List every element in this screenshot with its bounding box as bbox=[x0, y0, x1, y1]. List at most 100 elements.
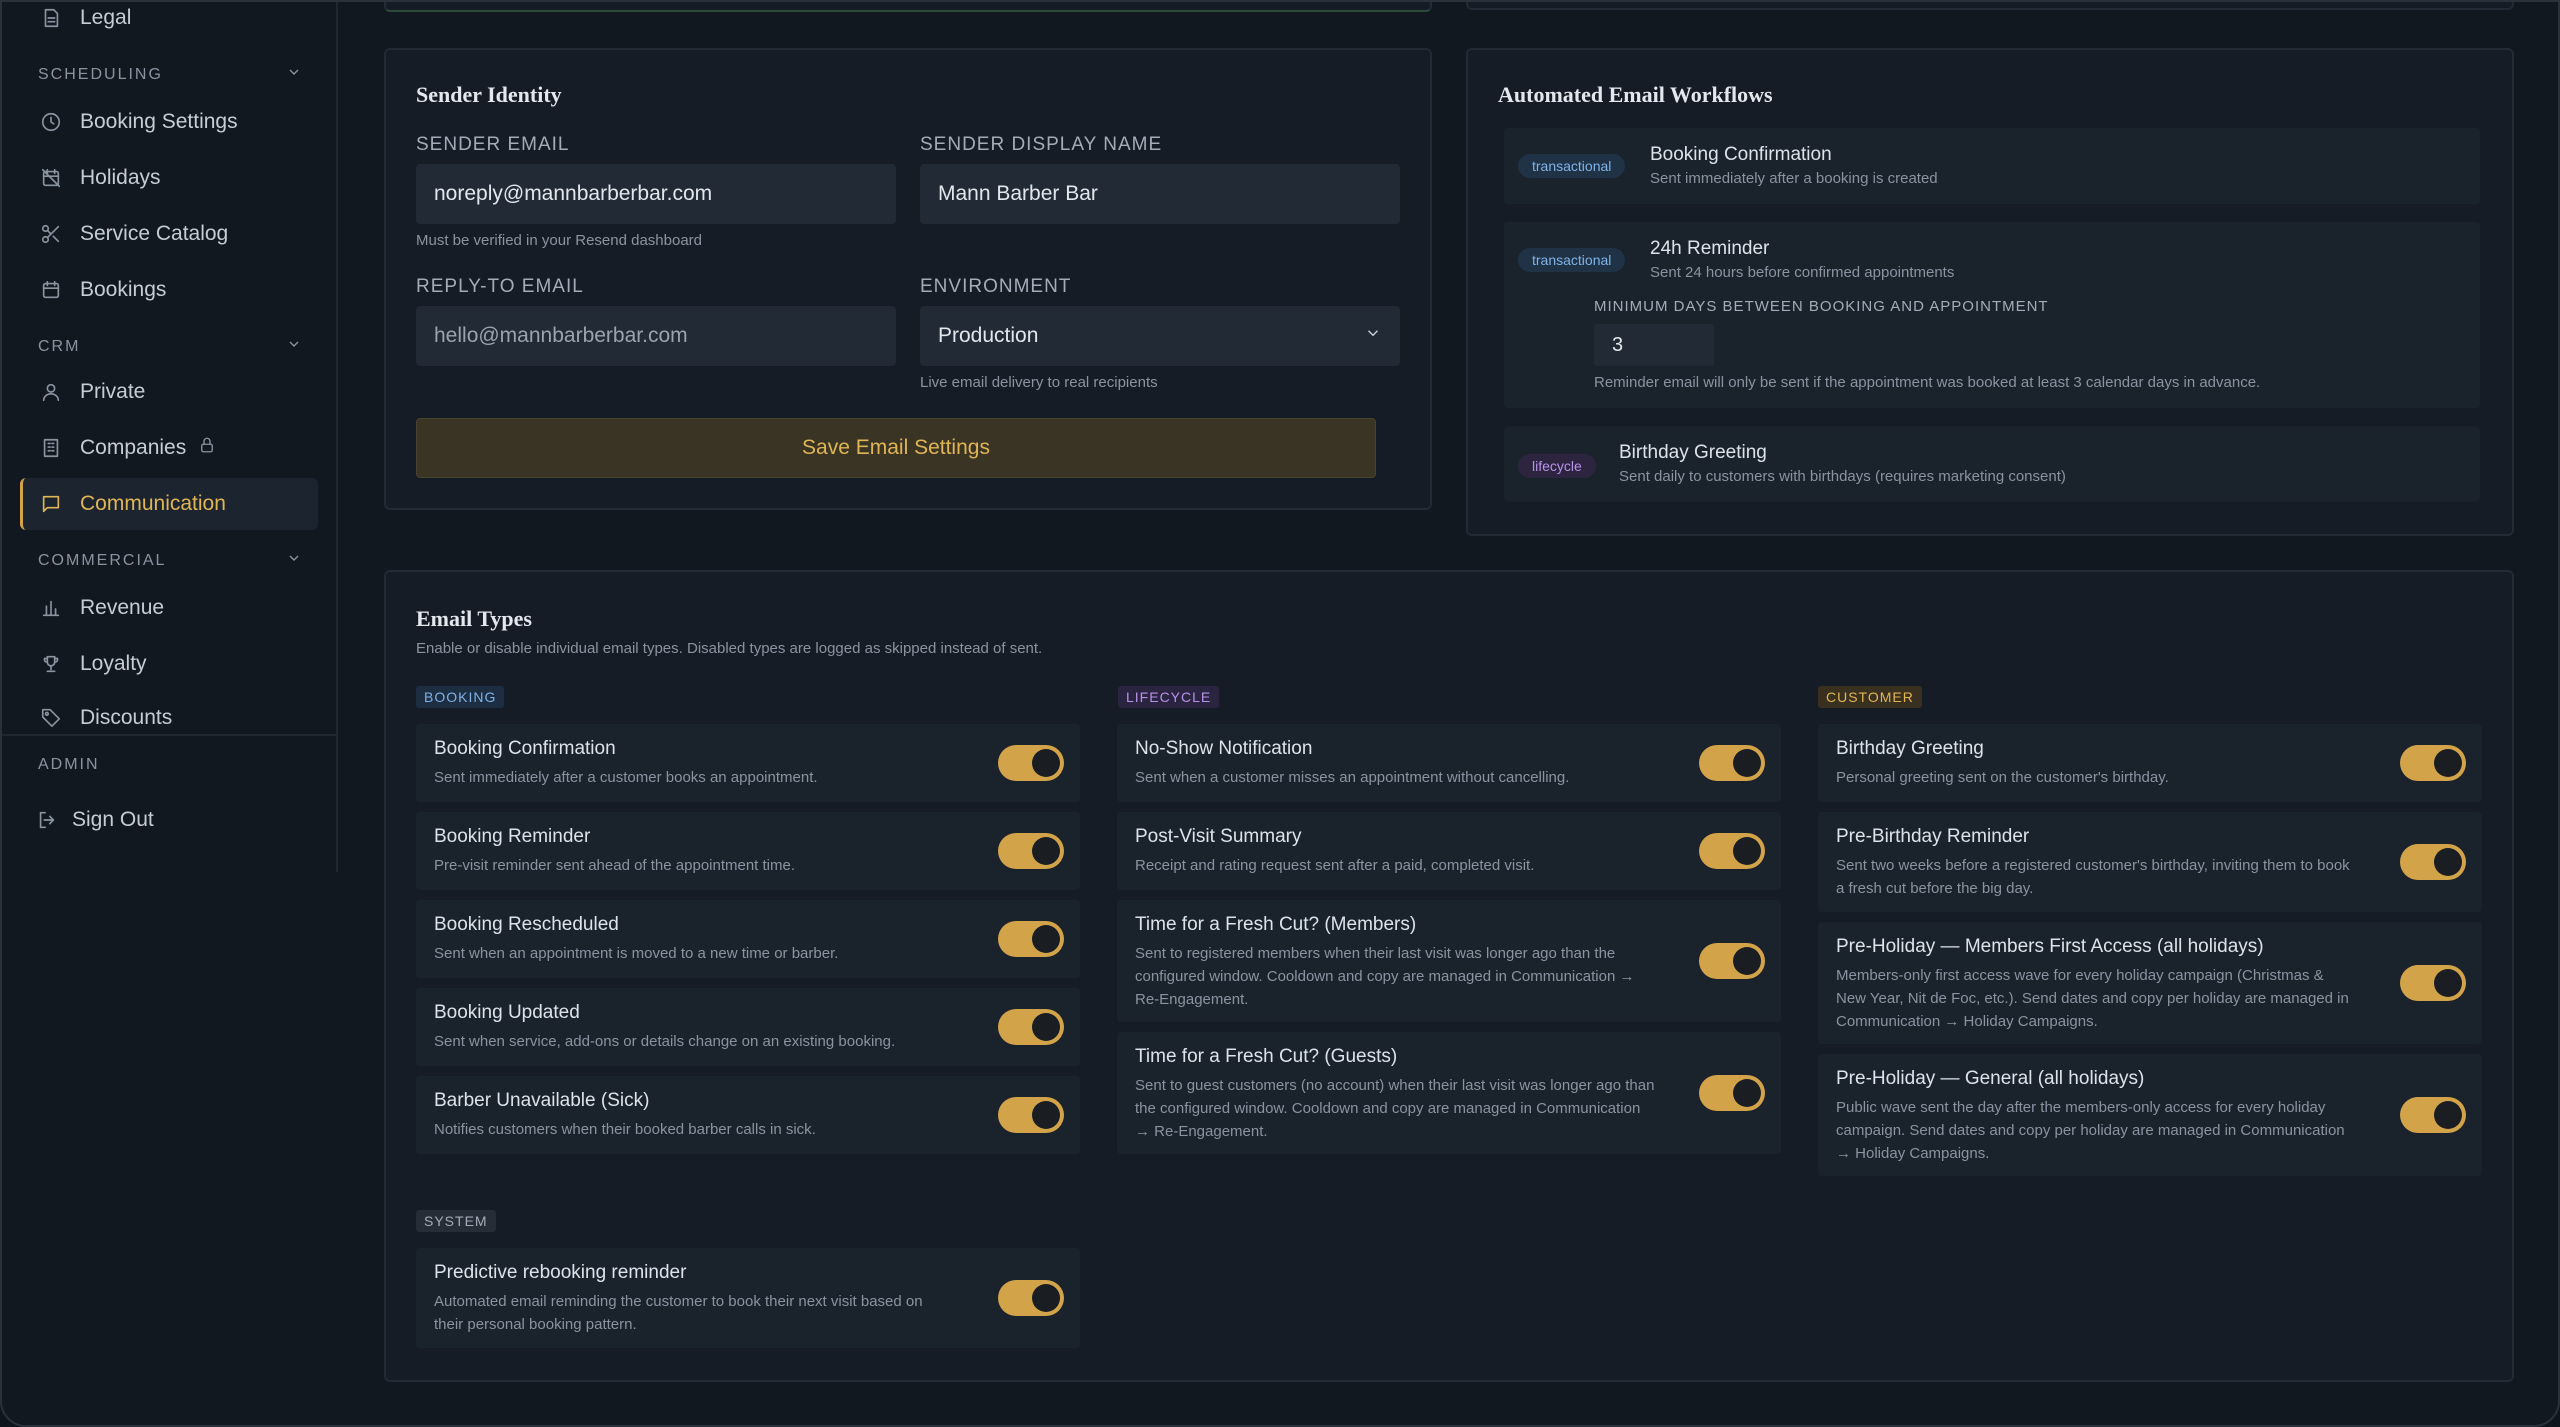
sidebar-item-legal[interactable]: Legal bbox=[20, 2, 318, 44]
section-admin: ADMIN bbox=[38, 756, 302, 774]
email-type-toggle[interactable] bbox=[2400, 844, 2466, 880]
section-label: SCHEDULING bbox=[38, 65, 163, 83]
sender-email-input[interactable]: noreply@mannbarberbar.com bbox=[416, 164, 896, 224]
email-type-toggle[interactable] bbox=[2400, 745, 2466, 781]
workflow-subtitle: Sent 24 hours before confirmed appointme… bbox=[1650, 264, 1955, 281]
section-label: COMMERCIAL bbox=[38, 551, 167, 569]
min-days-label: MINIMUM DAYS BETWEEN BOOKING AND APPOINT… bbox=[1594, 298, 2049, 315]
email-type-toggle[interactable] bbox=[998, 1009, 1064, 1045]
workflow-badge: transactional bbox=[1518, 248, 1626, 272]
sidebar-item-label: Companies bbox=[80, 436, 187, 459]
email-type-toggle[interactable] bbox=[998, 1097, 1064, 1133]
email-type-toggle[interactable] bbox=[998, 833, 1064, 869]
user-icon bbox=[40, 381, 62, 403]
email-type-title: Predictive rebooking reminder bbox=[434, 1262, 687, 1283]
sidebar-item-label: Private bbox=[80, 380, 146, 403]
sender-email-label: SENDER EMAIL bbox=[416, 134, 570, 155]
section-label: CRM bbox=[38, 337, 81, 355]
workflow-subtitle: Sent immediately after a booking is crea… bbox=[1650, 170, 1938, 187]
sidebar-item-label: Communication bbox=[80, 492, 226, 515]
sidebar-item-label: Bookings bbox=[80, 278, 167, 301]
email-type-title: Pre-Holiday — Members First Access (all … bbox=[1836, 936, 2264, 957]
email-type-row: Booking Updated Sent when service, add-o… bbox=[416, 988, 1080, 1066]
app-window: Legal SCHEDULING Booking Settings Holida… bbox=[0, 0, 2560, 1427]
automated-workflows-title: Automated Email Workflows bbox=[1498, 82, 1773, 107]
sidebar-item-discounts[interactable]: Discounts bbox=[20, 694, 318, 734]
sidebar-item-loyalty[interactable]: Loyalty bbox=[20, 638, 318, 690]
email-type-toggle[interactable] bbox=[998, 745, 1064, 781]
calendar-off-icon bbox=[40, 167, 62, 189]
section-scheduling[interactable]: SCHEDULING bbox=[38, 64, 302, 85]
min-days-input[interactable]: 3 bbox=[1594, 324, 1714, 366]
email-type-title: Booking Updated bbox=[434, 1002, 580, 1023]
sign-out-label: Sign Out bbox=[72, 808, 154, 831]
workflow-birthday-greeting bbox=[1504, 426, 2480, 502]
email-type-toggle[interactable] bbox=[1699, 943, 1765, 979]
email-type-title: Pre-Birthday Reminder bbox=[1836, 826, 2030, 847]
sidebar-item-booking-settings[interactable]: Booking Settings bbox=[20, 96, 318, 148]
email-type-row: Booking Confirmation Sent immediately af… bbox=[416, 724, 1080, 802]
email-type-row: Post-Visit Summary Receipt and rating re… bbox=[1117, 812, 1781, 890]
email-type-toggle[interactable] bbox=[998, 1280, 1064, 1316]
email-type-toggle[interactable] bbox=[2400, 965, 2466, 1001]
sender-display-name-value: Mann Barber Bar bbox=[938, 182, 1098, 205]
email-type-toggle[interactable] bbox=[2400, 1097, 2466, 1133]
section-crm[interactable]: CRM bbox=[38, 336, 302, 357]
chevron-down-icon bbox=[1364, 324, 1382, 348]
category-system: SYSTEM bbox=[416, 1210, 496, 1232]
workflow-subtitle: Sent daily to customers with birthdays (… bbox=[1619, 468, 2066, 485]
sidebar-divider bbox=[2, 734, 336, 736]
trophy-icon bbox=[40, 653, 62, 675]
bar-chart-icon bbox=[40, 597, 62, 619]
scissors-icon bbox=[40, 223, 62, 245]
sidebar-item-communication[interactable]: Communication bbox=[20, 478, 318, 530]
category-customer: CUSTOMER bbox=[1818, 686, 1922, 708]
tag-icon bbox=[40, 706, 62, 728]
chevron-down-icon bbox=[286, 336, 302, 357]
workflow-badge: transactional bbox=[1518, 154, 1626, 178]
email-type-title: Booking Reminder bbox=[434, 826, 591, 847]
sidebar-item-revenue[interactable]: Revenue bbox=[20, 582, 318, 634]
sidebar-item-label: Holidays bbox=[80, 166, 161, 189]
card-top-stub bbox=[384, 2, 1432, 12]
sidebar-item-bookings[interactable]: Bookings bbox=[20, 264, 318, 316]
email-type-title: Time for a Fresh Cut? (Members) bbox=[1135, 914, 1417, 935]
logout-icon bbox=[36, 809, 58, 831]
sidebar-item-companies[interactable]: Companies bbox=[20, 422, 318, 474]
email-type-desc: Notifies customers when their booked bar… bbox=[434, 1121, 816, 1138]
email-type-row: Booking Rescheduled Sent when an appoint… bbox=[416, 900, 1080, 978]
reply-to-email-input[interactable]: hello@mannbarberbar.com bbox=[416, 306, 896, 366]
email-type-row: Pre-Birthday Reminder Sent two weeks bef… bbox=[1818, 812, 2482, 912]
email-type-desc: Sent when service, add-ons or details ch… bbox=[434, 1033, 896, 1050]
sender-email-value: noreply@mannbarberbar.com bbox=[434, 182, 713, 205]
sidebar-item-holidays[interactable]: Holidays bbox=[20, 152, 318, 204]
sender-identity-title: Sender Identity bbox=[416, 82, 562, 107]
email-type-desc: Sent two weeks before a registered custo… bbox=[1836, 857, 2350, 897]
email-type-title: No-Show Notification bbox=[1135, 738, 1313, 759]
email-type-toggle[interactable] bbox=[998, 921, 1064, 957]
email-type-toggle[interactable] bbox=[1699, 833, 1765, 869]
sidebar-item-label: Discounts bbox=[80, 706, 173, 729]
email-type-desc: Members-only first access wave for every… bbox=[1836, 967, 2349, 1030]
email-type-row: Booking Reminder Pre-visit reminder sent… bbox=[416, 812, 1080, 890]
email-type-toggle[interactable] bbox=[1699, 745, 1765, 781]
min-days-hint: Reminder email will only be sent if the … bbox=[1594, 374, 2261, 391]
email-type-row: Birthday Greeting Personal greeting sent… bbox=[1818, 724, 2482, 802]
reply-to-email-label: REPLY-TO EMAIL bbox=[416, 276, 584, 297]
save-email-settings-button[interactable]: Save Email Settings bbox=[416, 418, 1376, 478]
card-top-stub bbox=[1466, 2, 2514, 10]
workflow-booking-confirmation bbox=[1504, 128, 2480, 204]
email-type-row: Time for a Fresh Cut? (Members) Sent to … bbox=[1117, 900, 1781, 1022]
email-type-toggle[interactable] bbox=[1699, 1075, 1765, 1111]
sidebar-item-service-catalog[interactable]: Service Catalog bbox=[20, 208, 318, 260]
email-types-subtitle: Enable or disable individual email types… bbox=[416, 640, 1043, 657]
environment-select[interactable]: Production bbox=[920, 306, 1400, 366]
section-commercial[interactable]: COMMERCIAL bbox=[38, 550, 302, 571]
sidebar-item-label: Loyalty bbox=[80, 652, 147, 675]
reply-to-email-placeholder: hello@mannbarberbar.com bbox=[434, 324, 688, 347]
email-type-title: Post-Visit Summary bbox=[1135, 826, 1302, 847]
sender-display-name-input[interactable]: Mann Barber Bar bbox=[920, 164, 1400, 224]
sidebar-item-private[interactable]: Private bbox=[20, 366, 318, 418]
sign-out-button[interactable]: Sign Out bbox=[20, 794, 318, 846]
email-types-title: Email Types bbox=[416, 606, 532, 631]
